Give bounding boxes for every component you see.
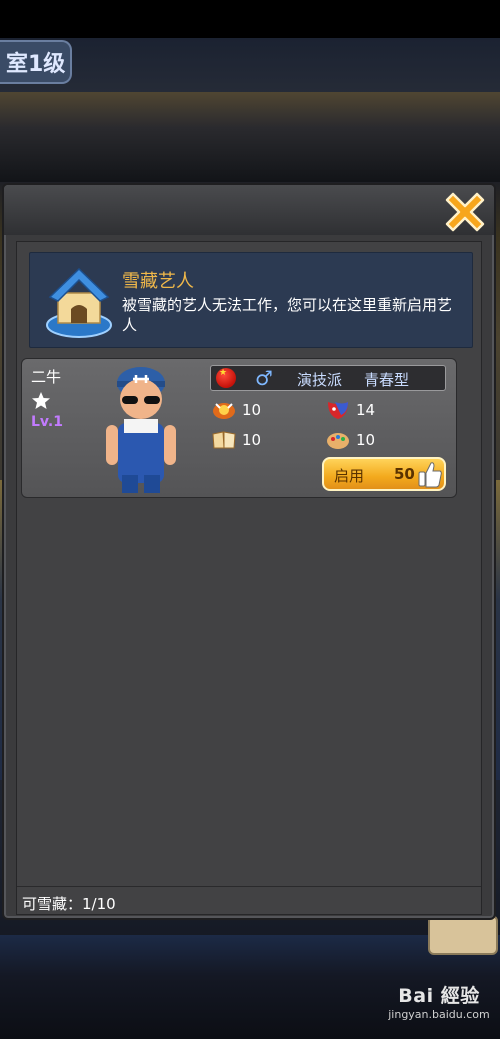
book-icon xyxy=(212,431,236,449)
artist-name: 二牛 xyxy=(31,368,62,386)
footer-divider xyxy=(17,886,481,887)
artist-avatar[interactable] xyxy=(100,363,182,495)
artist-card: 二牛 Lv.1 ♂ 演技派 xyxy=(21,358,457,498)
star-icon xyxy=(32,392,50,409)
thumbs-up-icon xyxy=(418,462,442,488)
stat-value: 14 xyxy=(356,401,376,419)
male-icon: ♂ xyxy=(255,366,273,390)
enable-artist-button[interactable]: 启用 50 xyxy=(322,457,446,491)
stat-value: 10 xyxy=(356,431,376,449)
stat-art: 10 xyxy=(326,430,375,450)
artist-type: 演技派 xyxy=(297,371,343,389)
stat-knowledge: 10 xyxy=(212,430,261,450)
stat-acting: 14 xyxy=(326,400,375,420)
scene-bottom-button[interactable] xyxy=(428,915,498,955)
close-icon xyxy=(445,192,485,232)
watermark: Bai 經验 jingyan.baidu.com xyxy=(384,984,494,1028)
watermark-url: jingyan.baidu.com xyxy=(388,1008,490,1021)
banner-description: 被雪藏的艺人无法工作，您可以在这里重新启用艺人 xyxy=(122,296,453,334)
frozen-artists-dialog: 雪藏艺人 被雪藏的艺人无法工作，您可以在这里重新启用艺人 二牛 Lv.1 ★ ♂… xyxy=(2,183,496,920)
mask-icon xyxy=(328,402,348,419)
china-flag-icon xyxy=(216,368,236,388)
watermark-logo: Bai 經验 xyxy=(398,985,480,1007)
dialog-header xyxy=(4,185,494,235)
banner-title: 雪藏艺人 xyxy=(122,271,194,292)
capacity-counter: 可雪藏：1/10 xyxy=(22,895,116,913)
artist-level: Lv.1 xyxy=(31,414,63,430)
doghouse-icon xyxy=(46,267,112,338)
stat-performance: 10 xyxy=(212,400,261,420)
performance-icon xyxy=(213,403,235,419)
info-banner: 雪藏艺人 被雪藏的艺人无法工作，您可以在这里重新启用艺人 xyxy=(29,252,473,348)
stat-value: 10 xyxy=(242,401,262,419)
enable-button-label: 启用 xyxy=(334,467,365,485)
floor-label: 室1级 xyxy=(0,40,72,84)
enable-button-cost: 50 xyxy=(394,465,415,483)
scene-ceiling xyxy=(0,92,500,182)
close-button[interactable] xyxy=(442,189,488,235)
status-bar xyxy=(0,0,500,38)
dialog-content: 雪藏艺人 被雪藏的艺人无法工作，您可以在这里重新启用艺人 二牛 Lv.1 ★ ♂… xyxy=(16,241,482,915)
palette-icon xyxy=(327,433,349,449)
artist-style: 青春型 xyxy=(364,371,410,389)
artist-attributes: ♂ 演技派 青春型 xyxy=(210,365,446,391)
stat-value: 10 xyxy=(242,431,262,449)
